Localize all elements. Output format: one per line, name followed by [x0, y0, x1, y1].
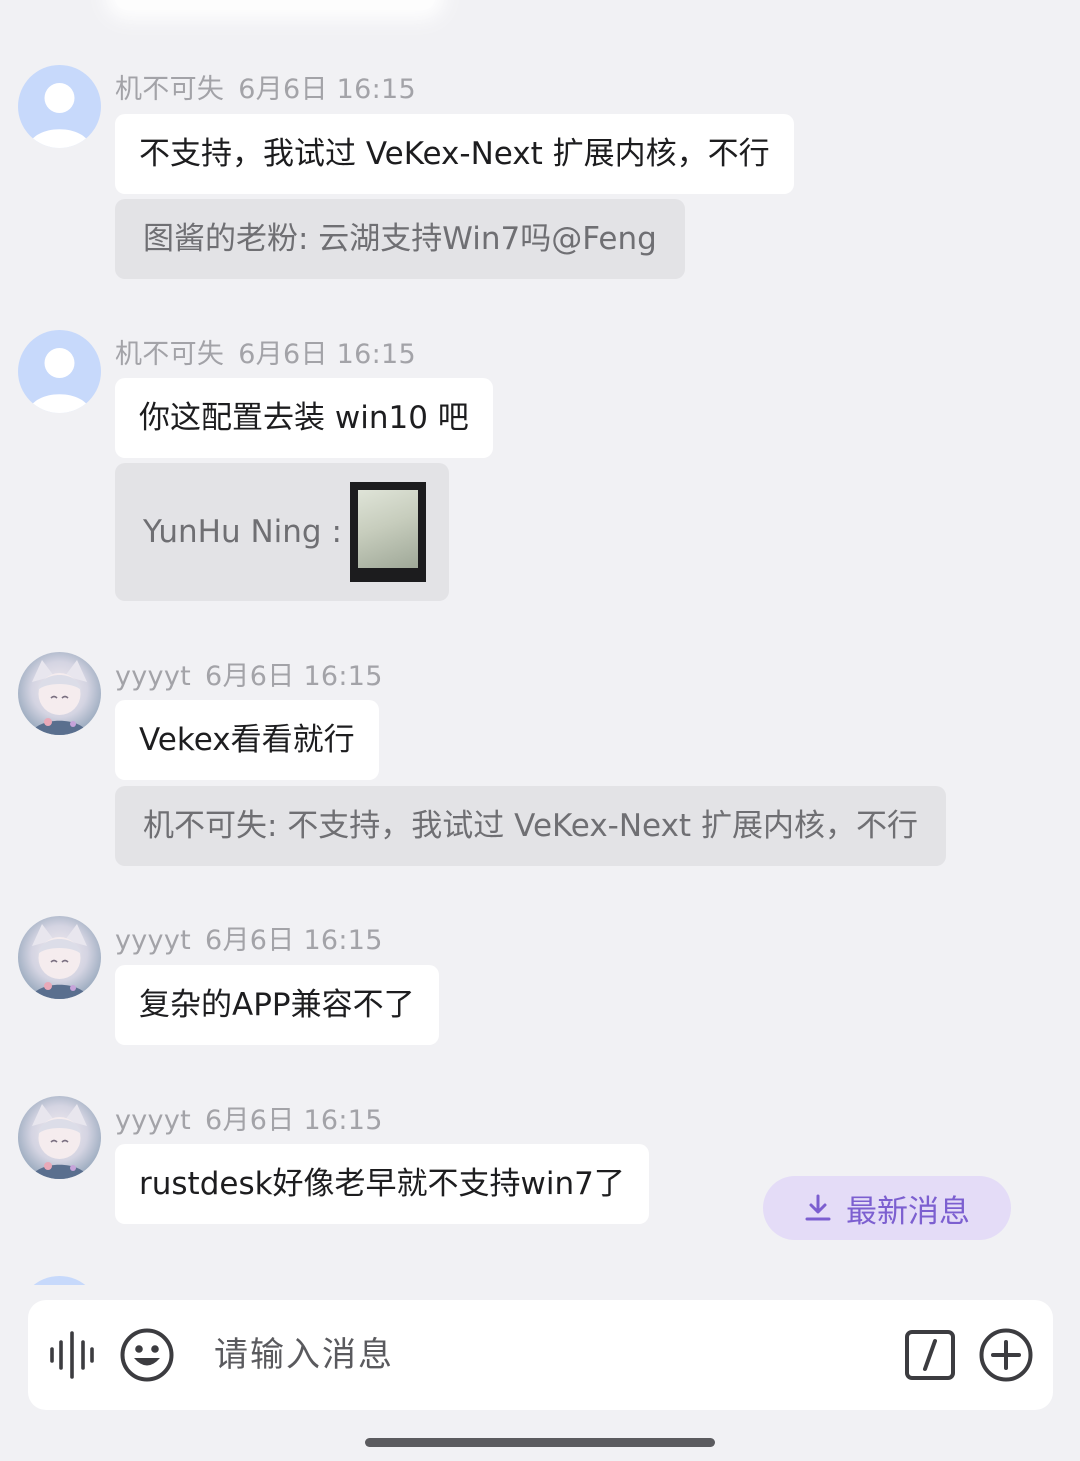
quoted-message[interactable]: 机不可失: 不支持，我试过 VeKex-Next 扩展内核，不行	[115, 786, 946, 866]
message-time: 6月6日 16:15	[205, 925, 383, 956]
jump-to-latest-label: 最新消息	[846, 1193, 970, 1230]
message-meta: 机不可失 6月6日 16:15	[115, 332, 416, 371]
voice-button[interactable]	[44, 1300, 100, 1410]
jump-to-latest-button[interactable]: 最新消息	[763, 1176, 1011, 1240]
quoted-message[interactable]: 图酱的老粉: 云湖支持Win7吗@Feng	[115, 199, 685, 279]
default-user-icon	[28, 83, 91, 148]
sender-name[interactable]: 机不可失	[115, 339, 224, 370]
message-meta: yyyyt 6月6日 16:15	[115, 918, 383, 957]
message-bubble[interactable]: 不支持，我试过 VeKex-Next 扩展内核，不行	[115, 114, 794, 194]
message-time: 6月6日 16:15	[238, 339, 416, 370]
anime-avatar-icon	[30, 660, 89, 735]
sender-name[interactable]: yyyyt	[115, 661, 191, 692]
photo-screen-content	[358, 490, 418, 568]
message-bubble[interactable]: 复杂的APP兼容不了	[115, 965, 439, 1045]
anime-avatar-icon	[30, 1104, 89, 1179]
previous-message-bubble-partial	[115, 0, 435, 10]
quoted-image-message[interactable]: YunHu Ning :	[115, 463, 449, 601]
default-user-icon	[28, 348, 91, 413]
avatar[interactable]	[18, 1276, 101, 1285]
plus-circle-icon	[979, 1328, 1033, 1382]
quoted-photo-thumbnail[interactable]	[350, 482, 426, 582]
avatar[interactable]	[18, 65, 101, 148]
message-time: 6月6日 16:15	[238, 74, 416, 105]
emoji-icon	[120, 1328, 174, 1382]
slash-command-icon	[905, 1330, 955, 1380]
quoted-sender: YunHu Ning :	[143, 514, 342, 550]
message-bubble[interactable]: rustdesk好像老早就不支持win7了	[115, 1144, 649, 1224]
add-button[interactable]	[976, 1300, 1036, 1410]
emoji-button[interactable]	[116, 1300, 178, 1410]
avatar[interactable]	[18, 652, 101, 735]
message-bubble[interactable]: Vekex看看就行	[115, 700, 379, 780]
command-button[interactable]	[902, 1300, 958, 1410]
avatar[interactable]	[18, 916, 101, 999]
avatar[interactable]	[18, 330, 101, 413]
message-time: 6月6日 16:15	[205, 1105, 383, 1136]
sender-name[interactable]: yyyyt	[115, 925, 191, 956]
message-time: 6月6日 16:15	[205, 661, 383, 692]
message-meta: yyyyt 6月6日 16:15	[115, 1098, 383, 1137]
chat-message-list[interactable]: 机不可失 6月6日 16:15 不支持，我试过 VeKex-Next 扩展内核，不…	[0, 0, 1080, 1285]
message-bubble[interactable]: 你这配置去装 win10 吧	[115, 378, 493, 458]
message-input[interactable]: 请输入消息	[214, 1300, 394, 1410]
home-indicator[interactable]	[365, 1438, 715, 1447]
message-input-bar: 请输入消息	[28, 1300, 1053, 1410]
message-meta: yyyyt 6月6日 16:15	[115, 654, 383, 693]
voice-wave-icon	[50, 1331, 94, 1379]
download-arrow-icon	[805, 1194, 831, 1221]
sender-name[interactable]: yyyyt	[115, 1105, 191, 1136]
anime-avatar-icon	[30, 924, 89, 999]
sender-name[interactable]: 机不可失	[115, 74, 224, 105]
avatar[interactable]	[18, 1096, 101, 1179]
message-meta: 机不可失 6月6日 16:15	[115, 67, 416, 106]
